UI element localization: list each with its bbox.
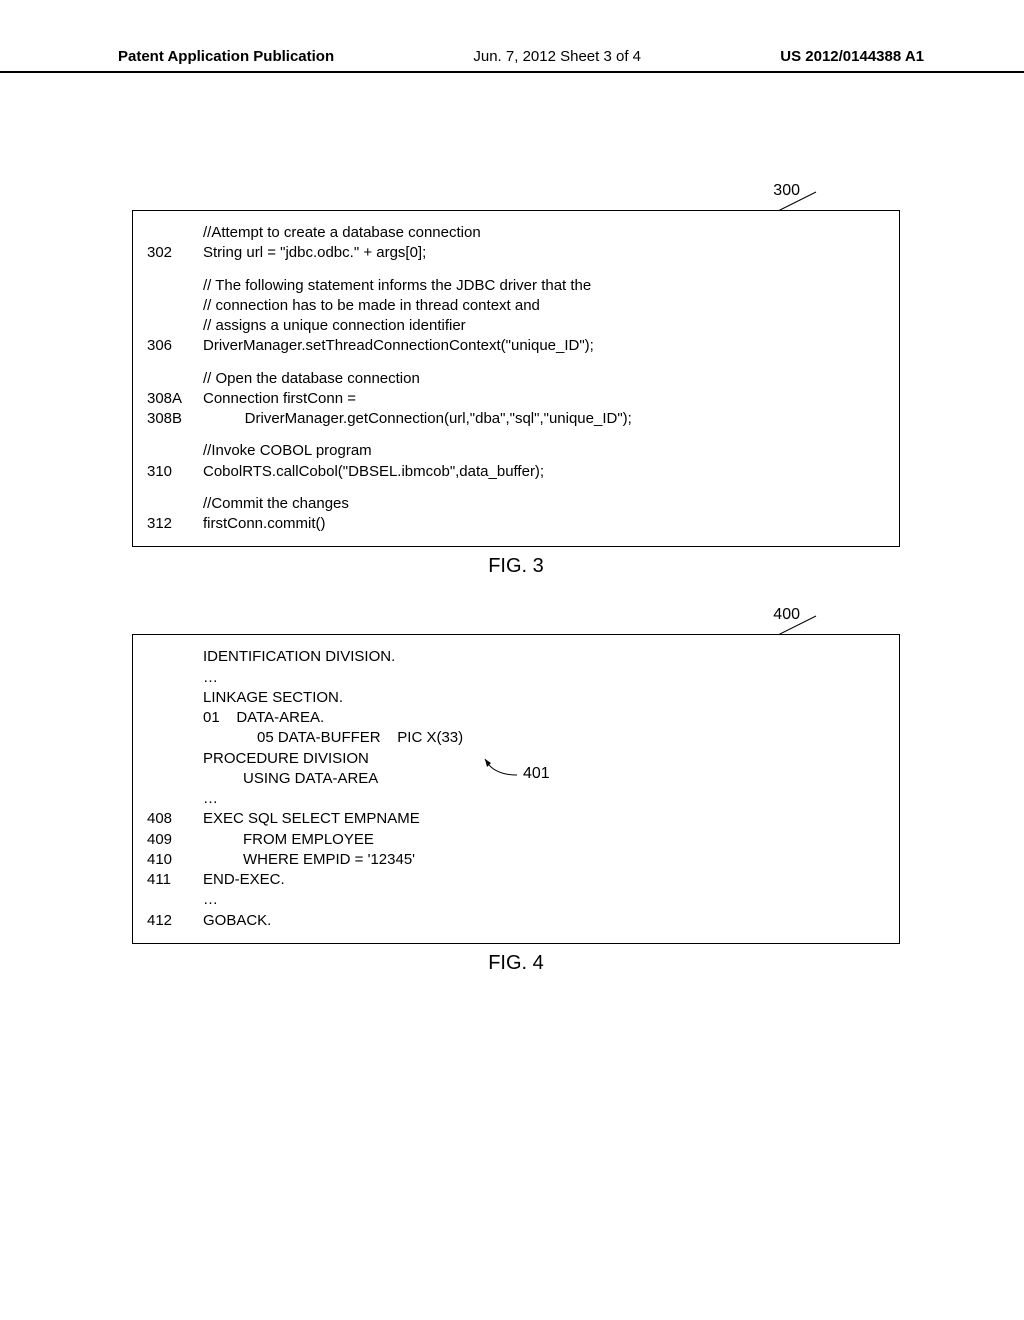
- code-text: // Open the database connection: [203, 369, 420, 389]
- code-line: 306DriverManager.setThreadConnectionCont…: [147, 336, 885, 356]
- blank-line: [147, 264, 885, 276]
- code-line: 408EXEC SQL SELECT EMPNAME: [147, 809, 885, 829]
- code-line: 310CobolRTS.callCobol("DBSEL.ibmcob",dat…: [147, 462, 885, 482]
- blank-line: [147, 357, 885, 369]
- line-number: 409: [147, 830, 203, 850]
- code-line: //Commit the changes: [147, 494, 885, 514]
- code-line: //Invoke COBOL program: [147, 441, 885, 461]
- code-text: PROCEDURE DIVISION: [203, 749, 369, 769]
- header-center: Jun. 7, 2012 Sheet 3 of 4: [473, 48, 641, 65]
- line-number: 411: [147, 870, 203, 890]
- code-text: LINKAGE SECTION.: [203, 688, 343, 708]
- code-line: // Open the database connection: [147, 369, 885, 389]
- code-text: END-EXEC.: [203, 870, 285, 890]
- line-number: 308B: [147, 409, 203, 429]
- code-text: firstConn.commit(): [203, 514, 326, 534]
- code-text: //Attempt to create a database connectio…: [203, 223, 481, 243]
- code-text: //Commit the changes: [203, 494, 349, 514]
- page-header: Patent Application Publication Jun. 7, 2…: [0, 48, 1024, 73]
- line-number: 308A: [147, 389, 203, 409]
- header-left: Patent Application Publication: [118, 48, 334, 65]
- line-number: 310: [147, 462, 203, 482]
- code-line: …: [147, 789, 885, 809]
- fig4-caption: FIG. 4: [132, 952, 900, 975]
- code-text: …: [203, 668, 218, 688]
- code-text: // assigns a unique connection identifie…: [203, 316, 466, 336]
- code-line: 05 DATA-BUFFER PIC X(33): [147, 728, 885, 748]
- code-text: Connection firstConn =: [203, 389, 356, 409]
- code-text: String url = "jdbc.odbc." + args[0];: [203, 243, 426, 263]
- page-content: 300 //Attempt to create a database conne…: [132, 210, 900, 1031]
- code-line: LINKAGE SECTION.: [147, 688, 885, 708]
- code-line: 409FROM EMPLOYEE: [147, 830, 885, 850]
- code-line: 412GOBACK.: [147, 911, 885, 931]
- line-number: 408: [147, 809, 203, 829]
- code-line: IDENTIFICATION DIVISION.: [147, 647, 885, 667]
- code-line: // connection has to be made in thread c…: [147, 296, 885, 316]
- code-line: 411END-EXEC.: [147, 870, 885, 890]
- line-number: 306: [147, 336, 203, 356]
- code-text: …: [203, 890, 218, 910]
- code-line: //Attempt to create a database connectio…: [147, 223, 885, 243]
- code-line: // The following statement informs the J…: [147, 276, 885, 296]
- code-text: CobolRTS.callCobol("DBSEL.ibmcob",data_b…: [203, 462, 544, 482]
- code-text: // The following statement informs the J…: [203, 276, 591, 296]
- code-text: WHERE EMPID = '12345': [203, 850, 415, 870]
- code-text: EXEC SQL SELECT EMPNAME: [203, 809, 420, 829]
- fig3-caption: FIG. 3: [132, 555, 900, 578]
- code-text: GOBACK.: [203, 911, 271, 931]
- fig3-code-box: //Attempt to create a database connectio…: [132, 210, 900, 547]
- fig4-code-box: IDENTIFICATION DIVISION.…LINKAGE SECTION…: [132, 634, 900, 944]
- code-line: 308AConnection firstConn =: [147, 389, 885, 409]
- code-text: //Invoke COBOL program: [203, 441, 372, 461]
- fig4-block: 400 IDENTIFICATION DIVISION.…LINKAGE SEC…: [132, 634, 900, 975]
- code-line: …: [147, 668, 885, 688]
- line-number: 412: [147, 911, 203, 931]
- blank-line: [147, 429, 885, 441]
- code-line: 308B DriverManager.getConnection(url,"db…: [147, 409, 885, 429]
- code-line: 01 DATA-AREA.: [147, 708, 885, 728]
- code-text: FROM EMPLOYEE: [203, 830, 374, 850]
- code-line: …: [147, 890, 885, 910]
- code-line: 312firstConn.commit(): [147, 514, 885, 534]
- code-text: DriverManager.setThreadConnectionContext…: [203, 336, 594, 356]
- header-right: US 2012/0144388 A1: [780, 48, 924, 65]
- code-text: …: [203, 789, 218, 809]
- code-text: 01 DATA-AREA.: [203, 708, 324, 728]
- fig3-block: 300 //Attempt to create a database conne…: [132, 210, 900, 578]
- code-line: // assigns a unique connection identifie…: [147, 316, 885, 336]
- callout-401: 401: [523, 763, 550, 785]
- code-text: 05 DATA-BUFFER PIC X(33): [203, 728, 463, 748]
- blank-line: [147, 482, 885, 494]
- code-line: 410WHERE EMPID = '12345': [147, 850, 885, 870]
- line-number: 410: [147, 850, 203, 870]
- line-number: 302: [147, 243, 203, 263]
- code-text: USING DATA-AREA: [203, 769, 378, 789]
- code-text: DriverManager.getConnection(url,"dba","s…: [203, 409, 632, 429]
- code-text: IDENTIFICATION DIVISION.: [203, 647, 395, 667]
- code-text: // connection has to be made in thread c…: [203, 296, 540, 316]
- code-line: 302String url = "jdbc.odbc." + args[0];: [147, 243, 885, 263]
- line-number: 312: [147, 514, 203, 534]
